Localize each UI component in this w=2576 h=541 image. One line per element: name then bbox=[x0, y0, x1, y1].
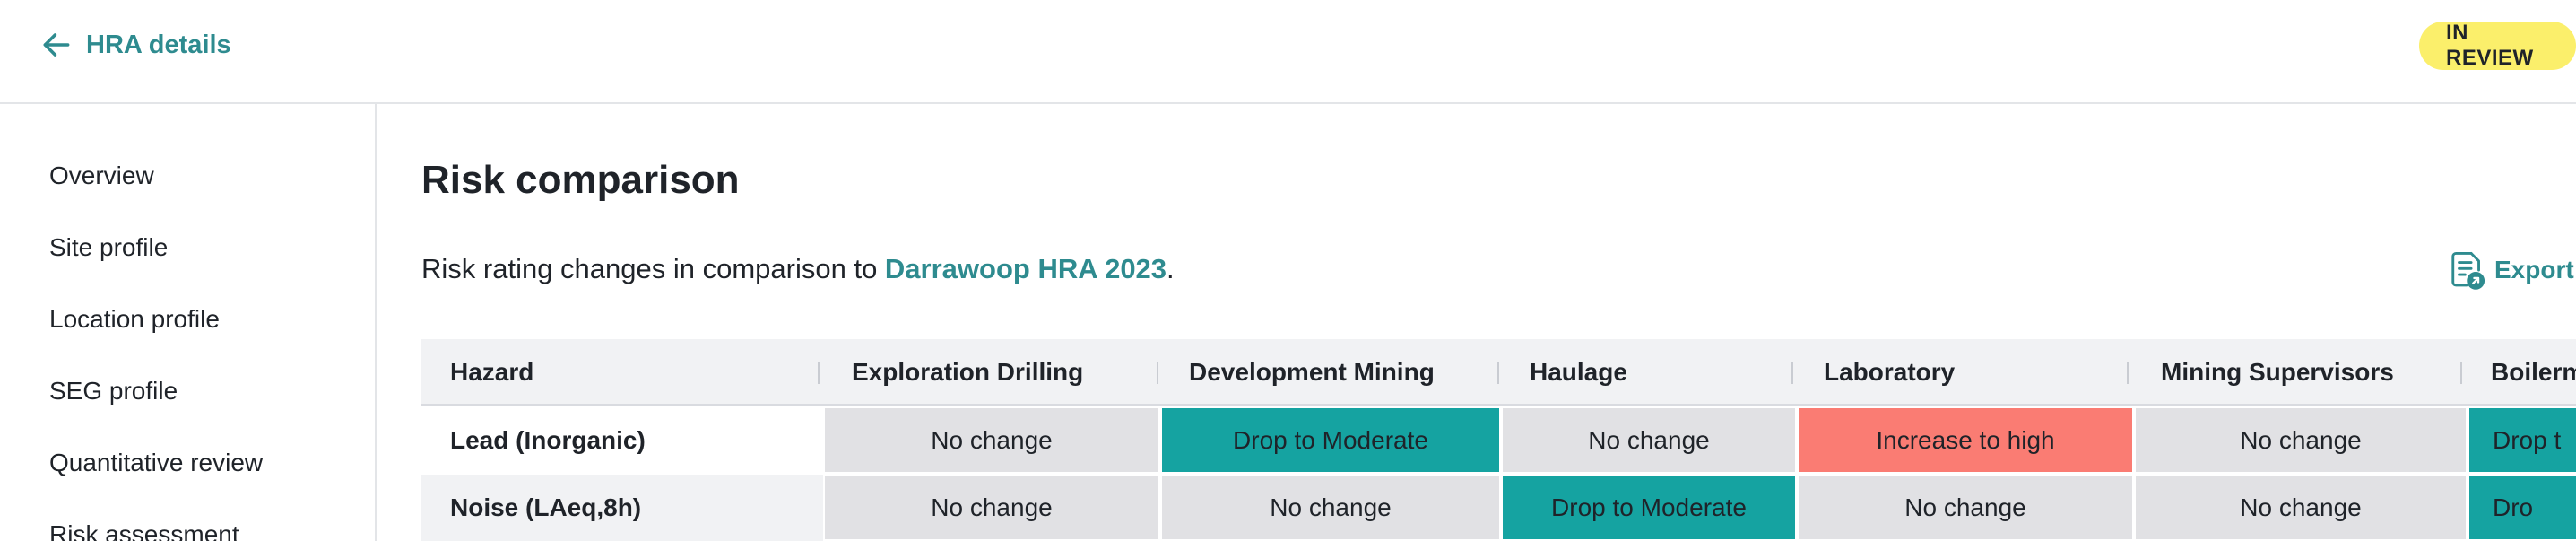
column-divider[interactable] bbox=[818, 362, 820, 384]
column-header-development-mining: Development Mining bbox=[1189, 358, 1435, 386]
top-bar: HRA details IN REVIEW bbox=[0, 0, 2576, 104]
sidebar-item-seg-profile[interactable]: SEG profile bbox=[49, 377, 178, 406]
arrow-left-icon bbox=[43, 33, 70, 57]
column-header-haulage: Haulage bbox=[1530, 358, 1627, 386]
export-document-icon bbox=[2451, 251, 2485, 290]
table-header: Hazard Exploration Drilling Development … bbox=[421, 339, 2576, 406]
risk-cell[interactable]: Drop t bbox=[2469, 408, 2576, 472]
back-button[interactable]: HRA details bbox=[39, 25, 231, 65]
sidebar-item-location-profile[interactable]: Location profile bbox=[49, 305, 220, 334]
subtitle-period: . bbox=[1167, 253, 1175, 284]
risk-cell[interactable]: Drop to Moderate bbox=[1162, 408, 1499, 472]
status-badge: IN REVIEW bbox=[2419, 21, 2576, 70]
column-divider[interactable] bbox=[1791, 362, 1793, 384]
row-hazard-lead-inorganic: Lead (Inorganic) bbox=[421, 407, 823, 474]
back-label: HRA details bbox=[86, 30, 231, 59]
risk-cell[interactable]: No change bbox=[2136, 408, 2466, 472]
main-content: Risk comparison Risk rating changes in c… bbox=[377, 104, 2576, 541]
sidebar-item-overview[interactable]: Overview bbox=[49, 161, 154, 190]
risk-cell[interactable]: Drop to Moderate bbox=[1503, 476, 1795, 539]
risk-cell[interactable]: No change bbox=[1162, 476, 1499, 539]
page-subtitle: Risk rating changes in comparison to Dar… bbox=[421, 253, 1175, 285]
risk-cell[interactable]: No change bbox=[1799, 476, 2132, 539]
sidebar-item-site-profile[interactable]: Site profile bbox=[49, 233, 168, 262]
column-header-boilermakers: Boilerm bbox=[2491, 358, 2576, 386]
column-divider[interactable] bbox=[2460, 362, 2462, 384]
risk-cell[interactable]: No change bbox=[825, 408, 1158, 472]
risk-cell[interactable]: No change bbox=[825, 476, 1158, 539]
risk-cell[interactable]: No change bbox=[2136, 476, 2466, 539]
column-header-exploration-drilling: Exploration Drilling bbox=[852, 358, 1084, 386]
column-divider[interactable] bbox=[1157, 362, 1158, 384]
risk-cell[interactable]: Dro bbox=[2469, 476, 2576, 539]
risk-cell[interactable]: No change bbox=[1503, 408, 1795, 472]
sidebar-nav: Overview Site profile Location profile S… bbox=[0, 104, 377, 541]
column-header-mining-supervisors: Mining Supervisors bbox=[2161, 358, 2394, 386]
row-hazard-noise: Noise (LAeq,8h) bbox=[421, 475, 823, 541]
column-divider[interactable] bbox=[2127, 362, 2129, 384]
sidebar-item-quantitative-review[interactable]: Quantitative review bbox=[49, 449, 263, 477]
sidebar-item-risk-assessment[interactable]: Risk assessment bbox=[49, 520, 239, 541]
risk-cell[interactable]: Increase to high bbox=[1799, 408, 2132, 472]
subtitle-text: Risk rating changes in comparison to bbox=[421, 253, 885, 284]
page-title: Risk comparison bbox=[421, 158, 740, 202]
column-divider[interactable] bbox=[1497, 362, 1499, 384]
column-header-laboratory: Laboratory bbox=[1824, 358, 1956, 386]
export-label: Export bbox=[2494, 256, 2574, 284]
comparison-hra-link[interactable]: Darrawoop HRA 2023 bbox=[885, 253, 1167, 284]
column-header-hazard: Hazard bbox=[450, 358, 534, 386]
export-button[interactable]: Export bbox=[2448, 249, 2574, 291]
